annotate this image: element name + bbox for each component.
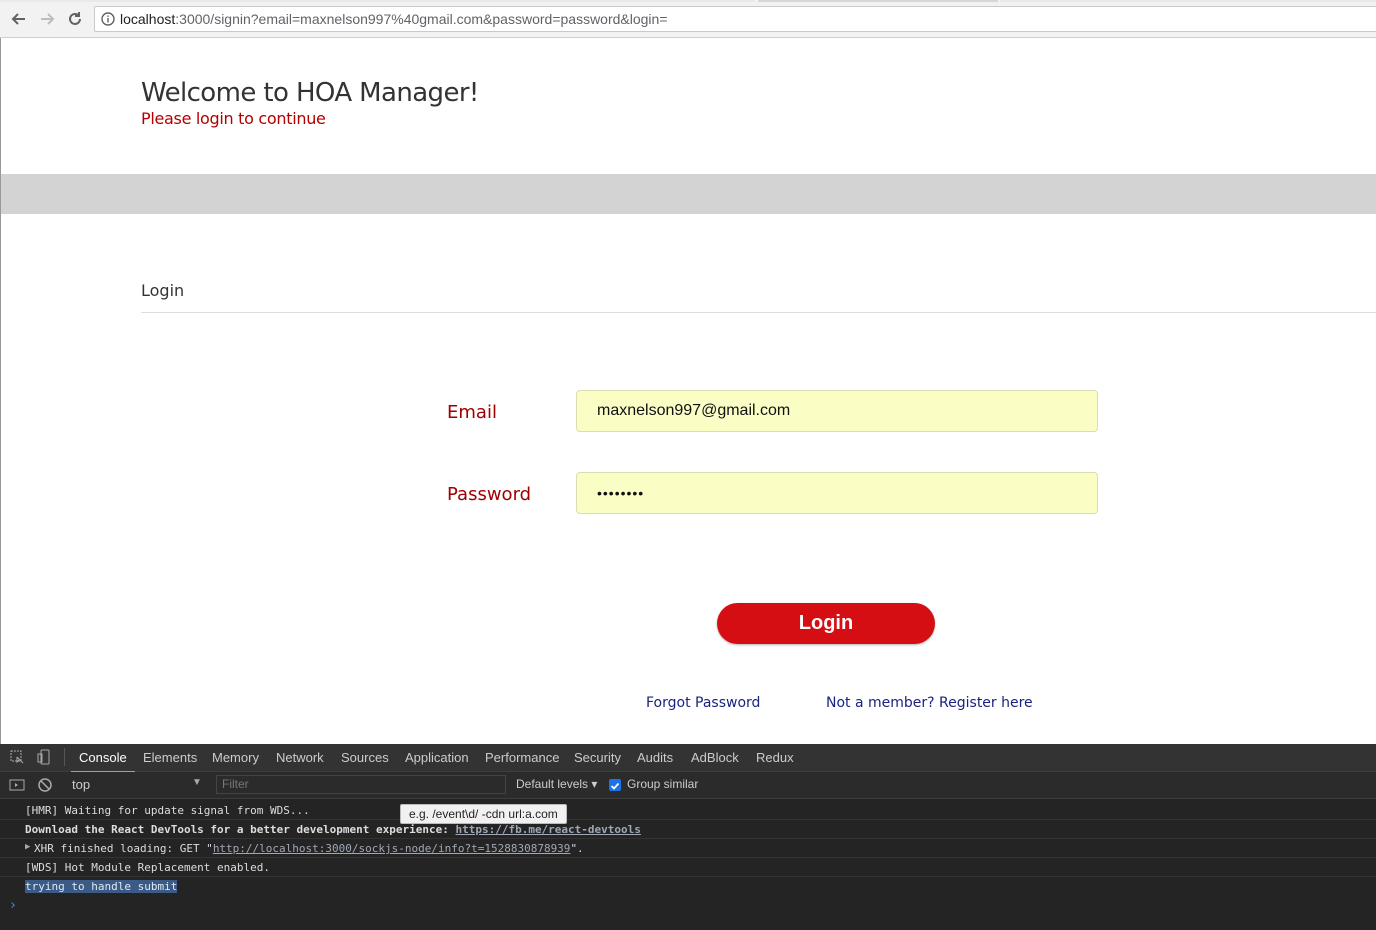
device-toolbar-icon[interactable]	[36, 749, 52, 765]
tab-strip	[0, 0, 1376, 3]
tab-sources[interactable]: Sources	[341, 750, 389, 765]
url-text: localhost:3000/signin?email=maxnelson997…	[120, 11, 668, 27]
gray-banner	[1, 174, 1376, 214]
reload-icon[interactable]	[64, 8, 86, 30]
console-prompt-icon[interactable]: ›	[9, 898, 17, 913]
console-message: [HMR] Waiting for update signal from WDS…	[0, 801, 1376, 820]
context-select[interactable]: top	[72, 777, 90, 792]
arrow-left-icon[interactable]	[8, 8, 30, 30]
login-button[interactable]: Login	[717, 603, 935, 644]
devtools-tabbar: Console Elements Memory Network Sources …	[0, 744, 1376, 773]
tab-network[interactable]: Network	[276, 750, 324, 765]
devtools-panel: Console Elements Memory Network Sources …	[0, 744, 1376, 930]
console-message: trying to handle submit	[25, 880, 178, 893]
console-message: Download the React DevTools for a better…	[0, 820, 1376, 839]
tab-performance[interactable]: Performance	[485, 750, 559, 765]
chevron-down-icon[interactable]: ▼	[192, 777, 202, 788]
react-devtools-link[interactable]: https://fb.me/react-devtools	[455, 823, 640, 836]
address-bar[interactable]: localhost:3000/signin?email=maxnelson997…	[94, 6, 1376, 32]
console-filter-input[interactable]: Filter	[216, 775, 506, 794]
info-icon[interactable]	[101, 12, 115, 26]
section-heading: Login	[141, 281, 185, 300]
clear-console-icon[interactable]	[37, 777, 53, 793]
xhr-link[interactable]: http://localhost:3000/sockjs-node/info?t…	[213, 842, 571, 855]
page-title: Welcome to HOA Manager!	[141, 78, 479, 108]
page: Welcome to HOA Manager! Please login to …	[0, 38, 1376, 744]
password-field[interactable]: ••••••••	[576, 472, 1098, 514]
register-link[interactable]: Not a member? Register here	[826, 695, 1033, 711]
inspect-element-icon[interactable]	[9, 749, 25, 765]
tab-console[interactable]: Console	[71, 750, 135, 773]
divider	[141, 312, 1376, 313]
tab-security[interactable]: Security	[574, 750, 621, 765]
log-levels-dropdown[interactable]: Default levels ▾	[516, 777, 597, 791]
arrow-right-icon[interactable]	[36, 8, 58, 30]
tab-redux[interactable]: Redux	[756, 750, 794, 765]
console-toolbar: top ▼ Filter Default levels ▾ Group simi…	[0, 772, 1376, 799]
page-subtitle: Please login to continue	[141, 109, 326, 128]
tab-memory[interactable]: Memory	[212, 750, 259, 765]
forgot-password-link[interactable]: Forgot Password	[646, 695, 760, 711]
filter-tooltip: e.g. /event\d/ -cdn url:a.com	[400, 804, 567, 824]
tab-audits[interactable]: Audits	[637, 750, 673, 765]
browser-toolbar: localhost:3000/signin?email=maxnelson997…	[0, 0, 1376, 38]
group-similar-checkbox[interactable]	[609, 779, 621, 791]
expand-arrow-icon[interactable]: ▶	[25, 842, 30, 852]
group-similar-label: Group similar	[627, 777, 699, 791]
sidebar-toggle-icon[interactable]	[9, 777, 25, 793]
console-message[interactable]: ▶ XHR finished loading: GET "http://local…	[0, 839, 1376, 858]
tab-application[interactable]: Application	[405, 750, 469, 765]
tab-adblock[interactable]: AdBlock	[691, 750, 739, 765]
email-label: Email	[447, 402, 497, 423]
console-message: [WDS] Hot Module Replacement enabled.	[0, 858, 1376, 877]
tab-elements[interactable]: Elements	[143, 750, 197, 765]
password-label: Password	[447, 484, 532, 505]
email-field[interactable]: maxnelson997@gmail.com	[576, 390, 1098, 432]
